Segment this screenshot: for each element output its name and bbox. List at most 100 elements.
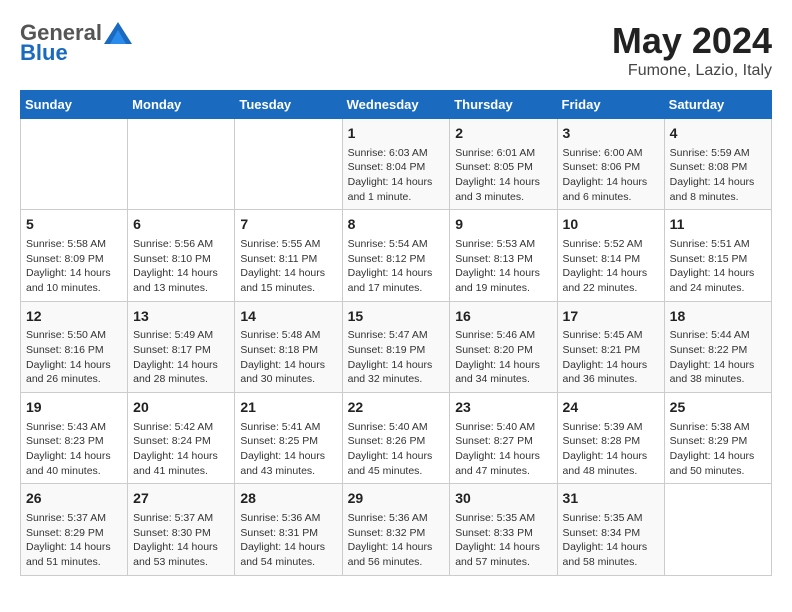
calendar-cell (21, 119, 128, 210)
calendar-cell: 15Sunrise: 5:47 AM Sunset: 8:19 PM Dayli… (342, 301, 450, 392)
calendar-cell: 28Sunrise: 5:36 AM Sunset: 8:31 PM Dayli… (235, 484, 342, 575)
day-info: Sunrise: 5:36 AM Sunset: 8:31 PM Dayligh… (240, 511, 336, 570)
calendar-cell: 22Sunrise: 5:40 AM Sunset: 8:26 PM Dayli… (342, 393, 450, 484)
day-number: 24 (563, 398, 659, 418)
calendar-cell: 18Sunrise: 5:44 AM Sunset: 8:22 PM Dayli… (664, 301, 771, 392)
day-number: 11 (670, 215, 766, 235)
day-number: 23 (455, 398, 551, 418)
day-number: 10 (563, 215, 659, 235)
day-number: 20 (133, 398, 229, 418)
calendar-cell: 5Sunrise: 5:58 AM Sunset: 8:09 PM Daylig… (21, 210, 128, 301)
day-number: 4 (670, 124, 766, 144)
day-info: Sunrise: 5:51 AM Sunset: 8:15 PM Dayligh… (670, 237, 766, 296)
day-info: Sunrise: 5:37 AM Sunset: 8:29 PM Dayligh… (26, 511, 122, 570)
day-info: Sunrise: 6:00 AM Sunset: 8:06 PM Dayligh… (563, 146, 659, 205)
day-info: Sunrise: 5:54 AM Sunset: 8:12 PM Dayligh… (348, 237, 445, 296)
day-info: Sunrise: 5:42 AM Sunset: 8:24 PM Dayligh… (133, 420, 229, 479)
day-info: Sunrise: 5:50 AM Sunset: 8:16 PM Dayligh… (26, 328, 122, 387)
day-number: 7 (240, 215, 336, 235)
calendar-cell: 23Sunrise: 5:40 AM Sunset: 8:27 PM Dayli… (450, 393, 557, 484)
logo-blue: Blue (20, 40, 68, 66)
calendar-cell: 25Sunrise: 5:38 AM Sunset: 8:29 PM Dayli… (664, 393, 771, 484)
calendar-week-row: 26Sunrise: 5:37 AM Sunset: 8:29 PM Dayli… (21, 484, 772, 575)
day-number: 26 (26, 489, 122, 509)
day-number: 3 (563, 124, 659, 144)
day-number: 28 (240, 489, 336, 509)
calendar-cell: 7Sunrise: 5:55 AM Sunset: 8:11 PM Daylig… (235, 210, 342, 301)
day-header-tuesday: Tuesday (235, 91, 342, 119)
calendar-cell: 14Sunrise: 5:48 AM Sunset: 8:18 PM Dayli… (235, 301, 342, 392)
day-info: Sunrise: 5:59 AM Sunset: 8:08 PM Dayligh… (670, 146, 766, 205)
location-subtitle: Fumone, Lazio, Italy (612, 62, 772, 80)
calendar-cell: 29Sunrise: 5:36 AM Sunset: 8:32 PM Dayli… (342, 484, 450, 575)
day-info: Sunrise: 5:56 AM Sunset: 8:10 PM Dayligh… (133, 237, 229, 296)
day-info: Sunrise: 5:40 AM Sunset: 8:27 PM Dayligh… (455, 420, 551, 479)
day-number: 13 (133, 307, 229, 327)
calendar-week-row: 5Sunrise: 5:58 AM Sunset: 8:09 PM Daylig… (21, 210, 772, 301)
calendar-cell: 8Sunrise: 5:54 AM Sunset: 8:12 PM Daylig… (342, 210, 450, 301)
day-info: Sunrise: 5:35 AM Sunset: 8:34 PM Dayligh… (563, 511, 659, 570)
day-header-sunday: Sunday (21, 91, 128, 119)
calendar-cell: 19Sunrise: 5:43 AM Sunset: 8:23 PM Dayli… (21, 393, 128, 484)
day-info: Sunrise: 6:03 AM Sunset: 8:04 PM Dayligh… (348, 146, 445, 205)
calendar-table: SundayMondayTuesdayWednesdayThursdayFrid… (20, 90, 772, 576)
calendar-cell: 12Sunrise: 5:50 AM Sunset: 8:16 PM Dayli… (21, 301, 128, 392)
day-number: 19 (26, 398, 122, 418)
day-number: 9 (455, 215, 551, 235)
day-info: Sunrise: 5:45 AM Sunset: 8:21 PM Dayligh… (563, 328, 659, 387)
day-info: Sunrise: 6:01 AM Sunset: 8:05 PM Dayligh… (455, 146, 551, 205)
calendar-cell: 21Sunrise: 5:41 AM Sunset: 8:25 PM Dayli… (235, 393, 342, 484)
day-number: 15 (348, 307, 445, 327)
calendar-cell: 24Sunrise: 5:39 AM Sunset: 8:28 PM Dayli… (557, 393, 664, 484)
day-info: Sunrise: 5:58 AM Sunset: 8:09 PM Dayligh… (26, 237, 122, 296)
day-info: Sunrise: 5:47 AM Sunset: 8:19 PM Dayligh… (348, 328, 445, 387)
day-info: Sunrise: 5:39 AM Sunset: 8:28 PM Dayligh… (563, 420, 659, 479)
day-info: Sunrise: 5:48 AM Sunset: 8:18 PM Dayligh… (240, 328, 336, 387)
month-year-title: May 2024 (612, 20, 772, 62)
day-number: 14 (240, 307, 336, 327)
calendar-cell: 11Sunrise: 5:51 AM Sunset: 8:15 PM Dayli… (664, 210, 771, 301)
day-number: 27 (133, 489, 229, 509)
day-info: Sunrise: 5:41 AM Sunset: 8:25 PM Dayligh… (240, 420, 336, 479)
calendar-cell: 27Sunrise: 5:37 AM Sunset: 8:30 PM Dayli… (128, 484, 235, 575)
calendar-week-row: 1Sunrise: 6:03 AM Sunset: 8:04 PM Daylig… (21, 119, 772, 210)
calendar-cell: 1Sunrise: 6:03 AM Sunset: 8:04 PM Daylig… (342, 119, 450, 210)
day-info: Sunrise: 5:38 AM Sunset: 8:29 PM Dayligh… (670, 420, 766, 479)
day-number: 31 (563, 489, 659, 509)
day-number: 21 (240, 398, 336, 418)
logo: General Blue (20, 20, 132, 66)
calendar-week-row: 12Sunrise: 5:50 AM Sunset: 8:16 PM Dayli… (21, 301, 772, 392)
day-number: 12 (26, 307, 122, 327)
calendar-cell: 2Sunrise: 6:01 AM Sunset: 8:05 PM Daylig… (450, 119, 557, 210)
day-info: Sunrise: 5:55 AM Sunset: 8:11 PM Dayligh… (240, 237, 336, 296)
calendar-cell: 17Sunrise: 5:45 AM Sunset: 8:21 PM Dayli… (557, 301, 664, 392)
day-number: 6 (133, 215, 229, 235)
day-info: Sunrise: 5:44 AM Sunset: 8:22 PM Dayligh… (670, 328, 766, 387)
calendar-cell: 31Sunrise: 5:35 AM Sunset: 8:34 PM Dayli… (557, 484, 664, 575)
day-number: 16 (455, 307, 551, 327)
day-number: 29 (348, 489, 445, 509)
day-number: 1 (348, 124, 445, 144)
day-number: 18 (670, 307, 766, 327)
calendar-week-row: 19Sunrise: 5:43 AM Sunset: 8:23 PM Dayli… (21, 393, 772, 484)
day-info: Sunrise: 5:49 AM Sunset: 8:17 PM Dayligh… (133, 328, 229, 387)
day-number: 5 (26, 215, 122, 235)
calendar-cell: 16Sunrise: 5:46 AM Sunset: 8:20 PM Dayli… (450, 301, 557, 392)
day-number: 2 (455, 124, 551, 144)
calendar-cell: 26Sunrise: 5:37 AM Sunset: 8:29 PM Dayli… (21, 484, 128, 575)
day-number: 30 (455, 489, 551, 509)
day-info: Sunrise: 5:46 AM Sunset: 8:20 PM Dayligh… (455, 328, 551, 387)
day-info: Sunrise: 5:52 AM Sunset: 8:14 PM Dayligh… (563, 237, 659, 296)
day-info: Sunrise: 5:40 AM Sunset: 8:26 PM Dayligh… (348, 420, 445, 479)
calendar-cell: 30Sunrise: 5:35 AM Sunset: 8:33 PM Dayli… (450, 484, 557, 575)
page-header: General Blue May 2024 Fumone, Lazio, Ita… (20, 20, 772, 80)
day-number: 17 (563, 307, 659, 327)
day-header-wednesday: Wednesday (342, 91, 450, 119)
calendar-cell: 6Sunrise: 5:56 AM Sunset: 8:10 PM Daylig… (128, 210, 235, 301)
day-header-row: SundayMondayTuesdayWednesdayThursdayFrid… (21, 91, 772, 119)
day-info: Sunrise: 5:37 AM Sunset: 8:30 PM Dayligh… (133, 511, 229, 570)
day-number: 25 (670, 398, 766, 418)
calendar-cell: 20Sunrise: 5:42 AM Sunset: 8:24 PM Dayli… (128, 393, 235, 484)
calendar-cell (664, 484, 771, 575)
day-header-saturday: Saturday (664, 91, 771, 119)
